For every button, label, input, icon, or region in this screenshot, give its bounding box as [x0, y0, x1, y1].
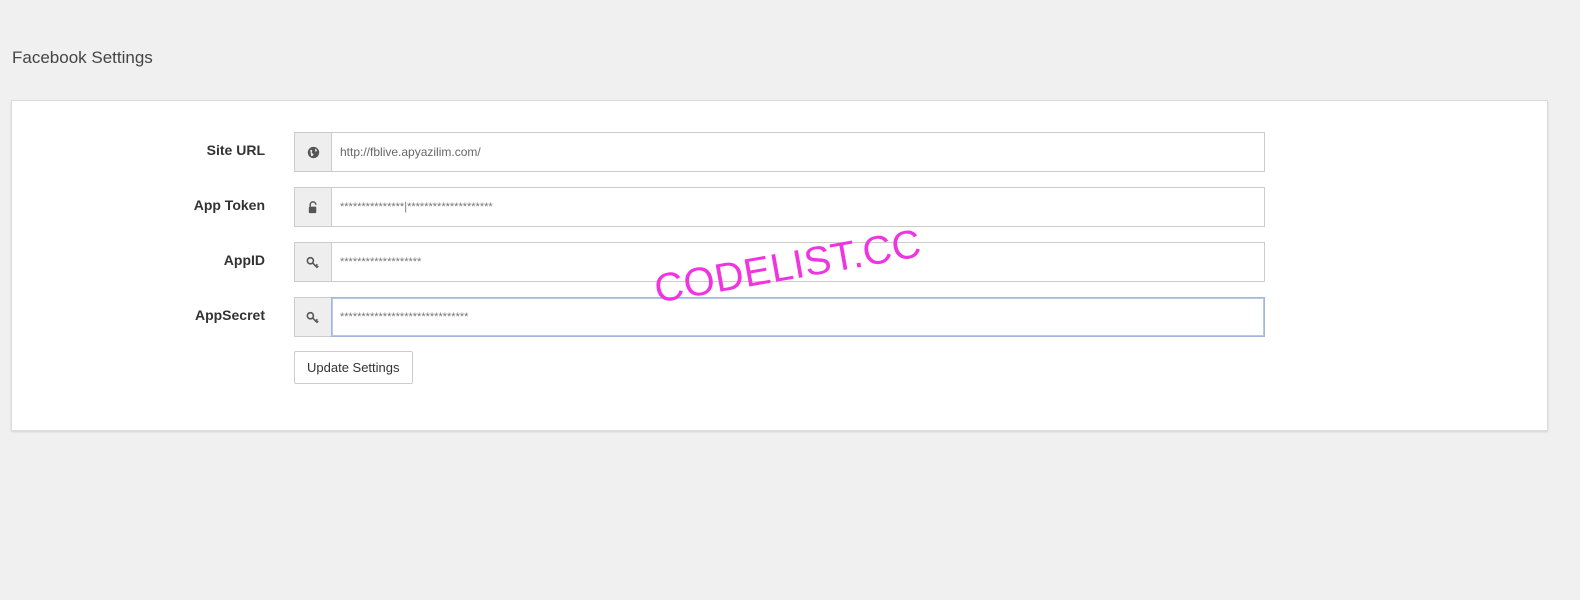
app-id-input-group [294, 242, 1265, 282]
site-url-label: Site URL [206, 142, 265, 158]
app-token-label: App Token [193, 197, 265, 213]
app-token-row: App Token [12, 187, 1547, 227]
settings-panel: Site URL App Token AppID [11, 100, 1548, 431]
app-id-label: AppID [223, 252, 265, 268]
site-url-row: Site URL [12, 132, 1547, 172]
globe-icon [294, 132, 331, 172]
site-url-input[interactable] [331, 132, 1265, 172]
app-secret-row: AppSecret [12, 297, 1547, 337]
app-token-input-group [294, 187, 1265, 227]
app-secret-input-group [294, 297, 1265, 337]
app-secret-label: AppSecret [194, 307, 265, 323]
app-token-input[interactable] [331, 187, 1265, 227]
site-url-input-group [294, 132, 1265, 172]
app-id-input[interactable] [331, 242, 1265, 282]
update-settings-button[interactable]: Update Settings [294, 351, 413, 384]
key-icon [294, 242, 331, 282]
page-title: Facebook Settings [12, 48, 153, 67]
app-id-row: AppID [12, 242, 1547, 282]
key-icon [294, 297, 331, 337]
unlock-icon [294, 187, 331, 227]
app-secret-input[interactable] [331, 297, 1265, 337]
